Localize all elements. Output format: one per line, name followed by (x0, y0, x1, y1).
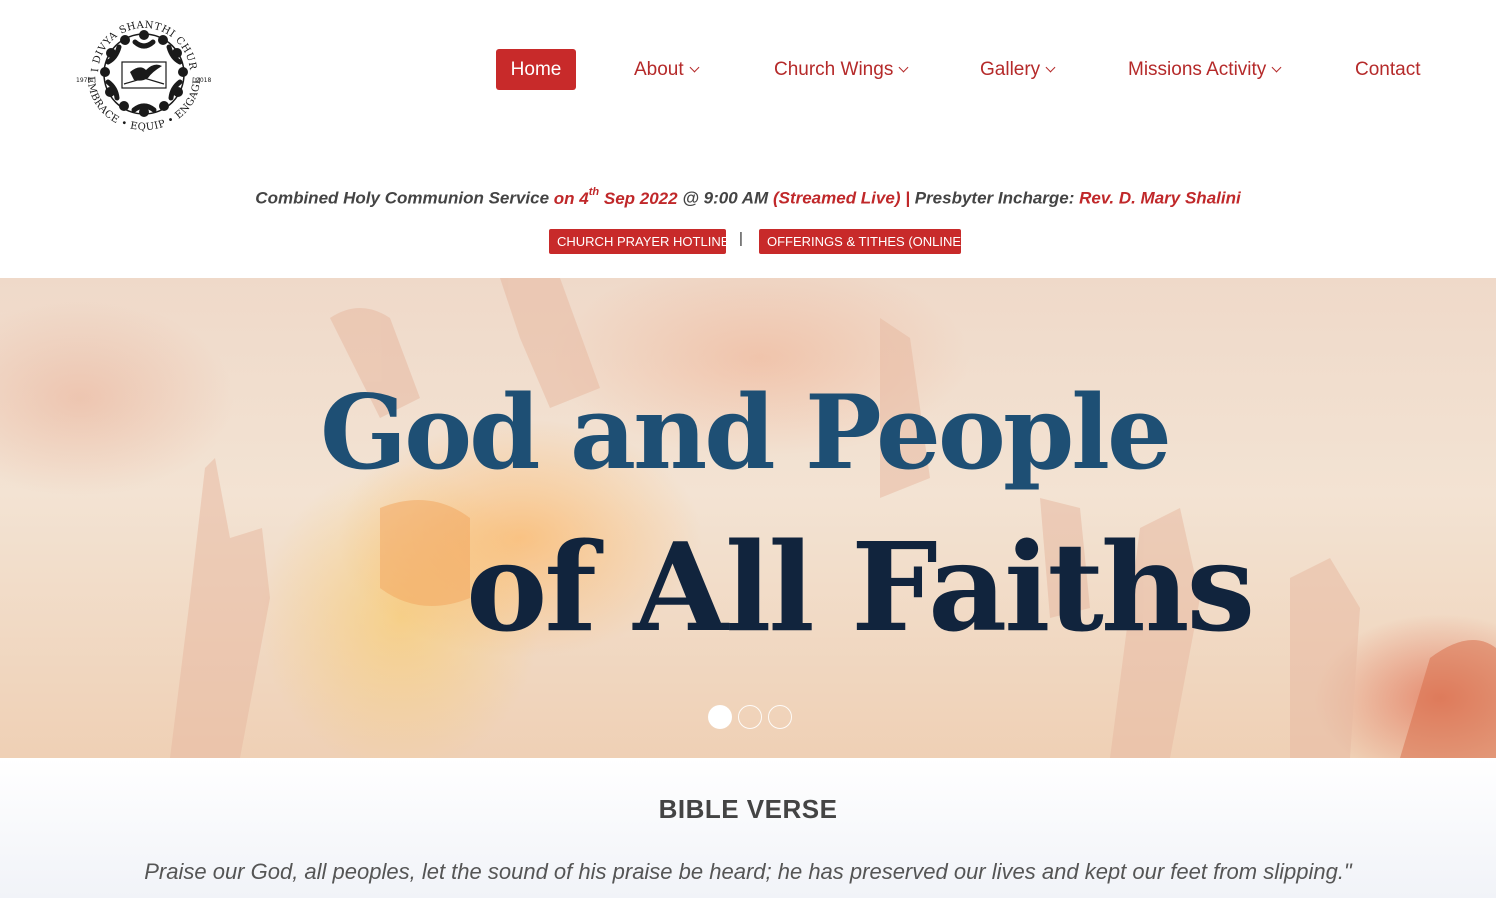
offerings-tithes-button[interactable]: OFFERINGS & TITHES (ONLINE) (759, 229, 965, 254)
nav-gallery-label: Gallery (980, 59, 1041, 80)
service-announcement: Combined Holy Communion Service on 4th S… (0, 186, 1496, 209)
chevron-down-icon (1045, 62, 1056, 73)
main-nav: Home About Church Wings Gallery Missions… (0, 49, 1496, 91)
hero-slider: God and People of All Faiths (0, 278, 1496, 758)
bible-verse-section: BIBLE VERSE Praise our God, all peoples,… (0, 758, 1496, 898)
chevron-down-icon (1271, 62, 1282, 73)
quick-links: CHURCH PRAYER HOTLINE | OFFERINGS & TITH… (0, 229, 1496, 254)
site-header: CSI DIVYA SHANTHI CHURCH EMBRACE • EQUIP… (0, 0, 1496, 150)
nav-church-wings-label: Church Wings (774, 59, 894, 80)
nav-missions-activity[interactable]: Missions Activity (1128, 49, 1282, 90)
nav-home[interactable]: Home (496, 49, 576, 90)
prayer-hotline-button[interactable]: CHURCH PRAYER HOTLINE (549, 229, 729, 254)
slider-dot-1[interactable] (708, 705, 732, 729)
slider-dot-2[interactable] (738, 705, 762, 729)
nav-contact[interactable]: Contact (1355, 49, 1420, 90)
nav-gallery[interactable]: Gallery (980, 49, 1056, 90)
service-name: Combined Holy Communion Service (255, 188, 550, 208)
hero-heading-line2: of All Faiths (466, 515, 1255, 659)
streamed-live-label: (Streamed Live) (772, 188, 901, 208)
announcement-divider: | (905, 188, 910, 208)
nav-about[interactable]: About (634, 49, 700, 90)
bible-verse-title: BIBLE VERSE (658, 794, 838, 824)
nav-contact-label: Contact (1355, 59, 1421, 80)
nav-home-label: Home (510, 59, 562, 80)
chevron-down-icon (898, 62, 909, 73)
slider-dot-3[interactable] (768, 705, 792, 729)
service-time: @ 9:00 AM (682, 188, 769, 208)
nav-about-label: About (634, 59, 684, 80)
nav-missions-label: Missions Activity (1128, 59, 1267, 80)
presbyter-name: Rev. D. Mary Shalini (1079, 188, 1241, 208)
presbyter-label: Presbyter Incharge: (914, 188, 1075, 208)
service-date: on 4th Sep 2022 (553, 186, 678, 208)
chevron-down-icon (689, 62, 700, 73)
hero-heading-line1: God and People (320, 373, 1172, 493)
quick-links-separator: | (739, 230, 743, 247)
nav-church-wings[interactable]: Church Wings (774, 49, 909, 90)
bible-verse-text: Praise our God, all peoples, let the sou… (144, 859, 1352, 884)
